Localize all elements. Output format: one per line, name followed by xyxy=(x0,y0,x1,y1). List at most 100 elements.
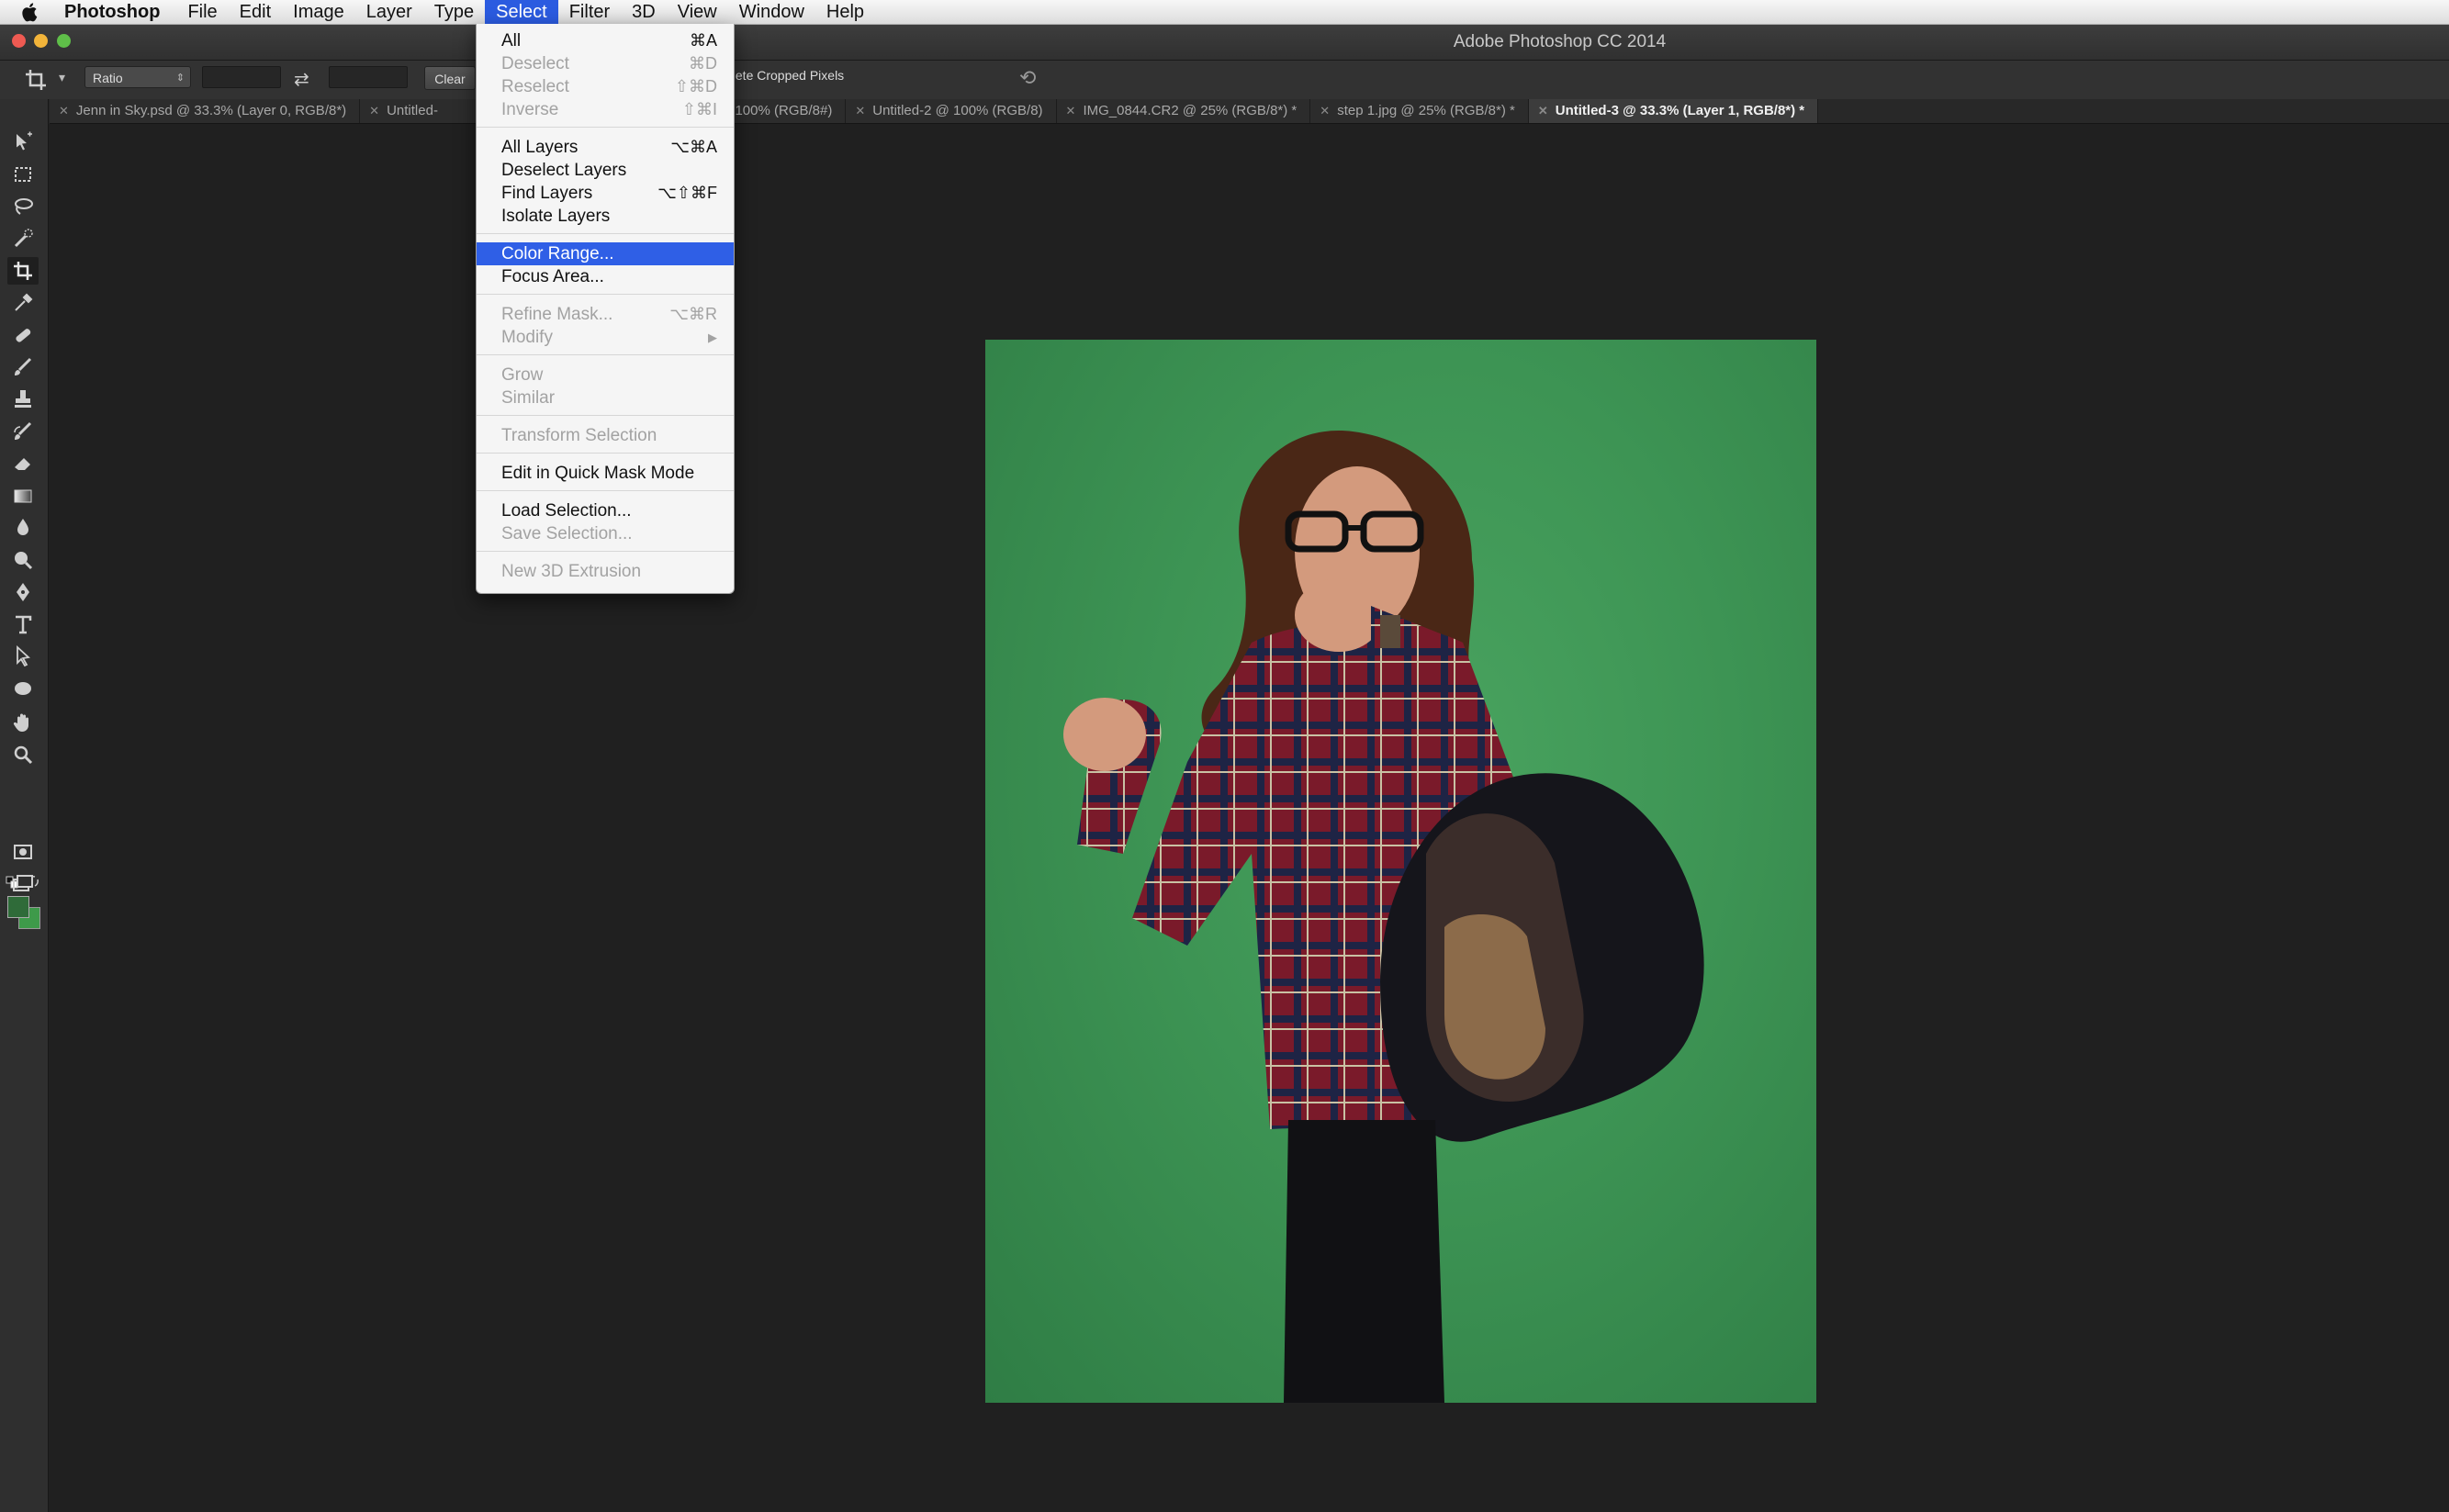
menu-item-label: Load Selection... xyxy=(501,501,632,521)
menu-item-save-selection[interactable]: Save Selection... xyxy=(477,522,734,545)
close-tab-icon[interactable]: ✕ xyxy=(369,104,379,118)
menu-select[interactable]: Select xyxy=(485,0,558,24)
quick-mask-icon[interactable] xyxy=(7,838,39,866)
menu-item-shortcut: ⌥⌘A xyxy=(670,138,717,156)
menu-separator xyxy=(477,453,734,454)
menu-item-deselect[interactable]: Deselect ⌘D xyxy=(477,52,734,75)
menu-3d[interactable]: 3D xyxy=(621,0,667,24)
history-brush-tool-icon[interactable] xyxy=(7,418,39,445)
lasso-tool-icon[interactable] xyxy=(7,193,39,220)
width-field[interactable] xyxy=(202,66,281,88)
document-tab-bar: ✕ Jenn in Sky.psd @ 33.3% (Layer 0, RGB/8… xyxy=(50,99,2449,124)
zoom-tool-icon[interactable] xyxy=(7,741,39,768)
path-selection-tool-icon[interactable] xyxy=(7,643,39,670)
menu-item-label: Deselect xyxy=(501,54,569,73)
blur-tool-icon[interactable] xyxy=(7,514,39,542)
document-tab[interactable]: ✕ Jenn in Sky.psd @ 33.3% (Layer 0, RGB/8… xyxy=(50,99,361,123)
menu-app-name[interactable]: Photoshop xyxy=(51,0,176,24)
ratio-select-value: Ratio xyxy=(93,71,123,85)
menu-type[interactable]: Type xyxy=(423,0,485,24)
menu-filter[interactable]: Filter xyxy=(558,0,621,24)
clear-button[interactable]: Clear xyxy=(424,66,476,90)
menu-item-label: Modify xyxy=(501,328,553,347)
document-tab[interactable]: ✕ Untitled-2 @ 100% (RGB/8) xyxy=(846,99,1057,123)
document-tab[interactable]: ✕ step 1.jpg @ 25% (RGB/8*) * xyxy=(1310,99,1529,123)
crop-tool-icon[interactable] xyxy=(7,257,39,285)
close-tab-icon[interactable]: ✕ xyxy=(1320,104,1330,118)
menu-item-deselect-layers[interactable]: Deselect Layers xyxy=(477,159,734,182)
menu-item-find-layers[interactable]: Find Layers ⌥⇧⌘F xyxy=(477,182,734,205)
menu-item-shortcut: ⌥⇧⌘F xyxy=(657,184,717,202)
menu-view[interactable]: View xyxy=(667,0,728,24)
menu-item-quick-mask[interactable]: Edit in Quick Mask Mode xyxy=(477,462,734,485)
menu-item-grow[interactable]: Grow xyxy=(477,364,734,386)
menu-item-label: Similar xyxy=(501,388,556,408)
menu-item-modify[interactable]: Modify ▶ xyxy=(477,326,734,349)
gradient-tool-icon[interactable] xyxy=(7,482,39,510)
menu-item-similar[interactable]: Similar xyxy=(477,386,734,409)
ellipse-tool-icon[interactable] xyxy=(7,675,39,702)
type-tool-icon[interactable] xyxy=(7,610,39,638)
menu-item-all[interactable]: All ⌘A xyxy=(477,29,734,52)
menu-item-inverse[interactable]: Inverse ⇧⌘I xyxy=(477,98,734,121)
tab-label: Untitled-3 @ 33.3% (Layer 1, RGB/8*) * xyxy=(1555,103,1805,118)
brush-tool-icon[interactable] xyxy=(7,353,39,381)
menu-item-refine-mask[interactable]: Refine Mask... ⌥⌘R xyxy=(477,303,734,326)
menu-item-load-selection[interactable]: Load Selection... xyxy=(477,499,734,522)
swap-dimensions-icon[interactable]: ⇄ xyxy=(294,68,309,91)
apple-icon[interactable] xyxy=(9,0,51,24)
clone-stamp-tool-icon[interactable] xyxy=(7,386,39,413)
menu-edit[interactable]: Edit xyxy=(229,0,282,24)
healing-brush-tool-icon[interactable] xyxy=(7,321,39,349)
tab-label: Untitled-2 @ 100% (RGB/8) xyxy=(872,103,1043,118)
menu-item-label: Grow xyxy=(501,365,544,385)
dodge-tool-icon[interactable] xyxy=(7,546,39,574)
ratio-select[interactable]: Ratio ⇕ xyxy=(84,66,191,88)
menu-image[interactable]: Image xyxy=(282,0,355,24)
menu-separator xyxy=(477,354,734,355)
close-tab-icon[interactable]: ✕ xyxy=(855,104,865,118)
menu-file[interactable]: File xyxy=(176,0,228,24)
menu-item-label: Isolate Layers xyxy=(501,207,611,226)
canvas-image[interactable] xyxy=(985,340,1816,1403)
menu-item-label: Edit in Quick Mask Mode xyxy=(501,464,695,483)
document-tab[interactable]: ✕ IMG_0844.CR2 @ 25% (RGB/8*) * xyxy=(1056,99,1311,123)
foreground-color-swatch[interactable] xyxy=(7,896,29,918)
menu-item-transform-selection[interactable]: Transform Selection xyxy=(477,424,734,447)
menu-item-isolate-layers[interactable]: Isolate Layers xyxy=(477,205,734,228)
chevron-down-icon[interactable]: ▾ xyxy=(59,70,65,85)
eraser-tool-icon[interactable] xyxy=(7,450,39,477)
window-title: Adobe Photoshop CC 2014 xyxy=(1453,32,1667,51)
menu-item-label: New 3D Extrusion xyxy=(501,562,642,581)
move-tool-icon[interactable] xyxy=(7,129,39,156)
menu-item-label: Color Range... xyxy=(501,244,614,263)
delete-cropped-pixels-label[interactable]: elete Cropped Pixels xyxy=(725,68,844,83)
menu-layer[interactable]: Layer xyxy=(355,0,423,24)
menu-item-color-range[interactable]: Color Range... xyxy=(477,242,734,265)
close-tab-icon[interactable]: ✕ xyxy=(59,104,69,118)
screen-mode-icon[interactable] xyxy=(7,870,39,898)
menu-separator xyxy=(477,551,734,552)
menu-item-all-layers[interactable]: All Layers ⌥⌘A xyxy=(477,136,734,159)
pen-tool-icon[interactable] xyxy=(7,578,39,606)
menu-item-reselect[interactable]: Reselect ⇧⌘D xyxy=(477,75,734,98)
reset-icon[interactable]: ⟲ xyxy=(1019,66,1036,90)
menu-item-label: Refine Mask... xyxy=(501,305,613,324)
tab-label: step 1.jpg @ 25% (RGB/8*) * xyxy=(1337,103,1515,118)
menu-item-new-3d-extrusion[interactable]: New 3D Extrusion xyxy=(477,560,734,583)
eyedropper-tool-icon[interactable] xyxy=(7,289,39,317)
menu-separator xyxy=(477,490,734,491)
close-tab-icon[interactable]: ✕ xyxy=(1066,104,1076,118)
quick-selection-tool-icon[interactable] xyxy=(7,225,39,252)
menu-window[interactable]: Window xyxy=(728,0,815,24)
menu-item-shortcut: ⌥⌘R xyxy=(669,305,717,323)
marquee-tool-icon[interactable] xyxy=(7,161,39,188)
crop-tool-preset-icon[interactable] xyxy=(24,68,48,92)
menu-item-label: Find Layers xyxy=(501,184,593,203)
document-tab-active[interactable]: ✕ Untitled-3 @ 33.3% (Layer 1, RGB/8*) * xyxy=(1528,99,1819,123)
close-tab-icon[interactable]: ✕ xyxy=(1538,104,1548,118)
menu-help[interactable]: Help xyxy=(815,0,875,24)
height-field[interactable] xyxy=(329,66,408,88)
menu-item-focus-area[interactable]: Focus Area... xyxy=(477,265,734,288)
hand-tool-icon[interactable] xyxy=(7,709,39,736)
